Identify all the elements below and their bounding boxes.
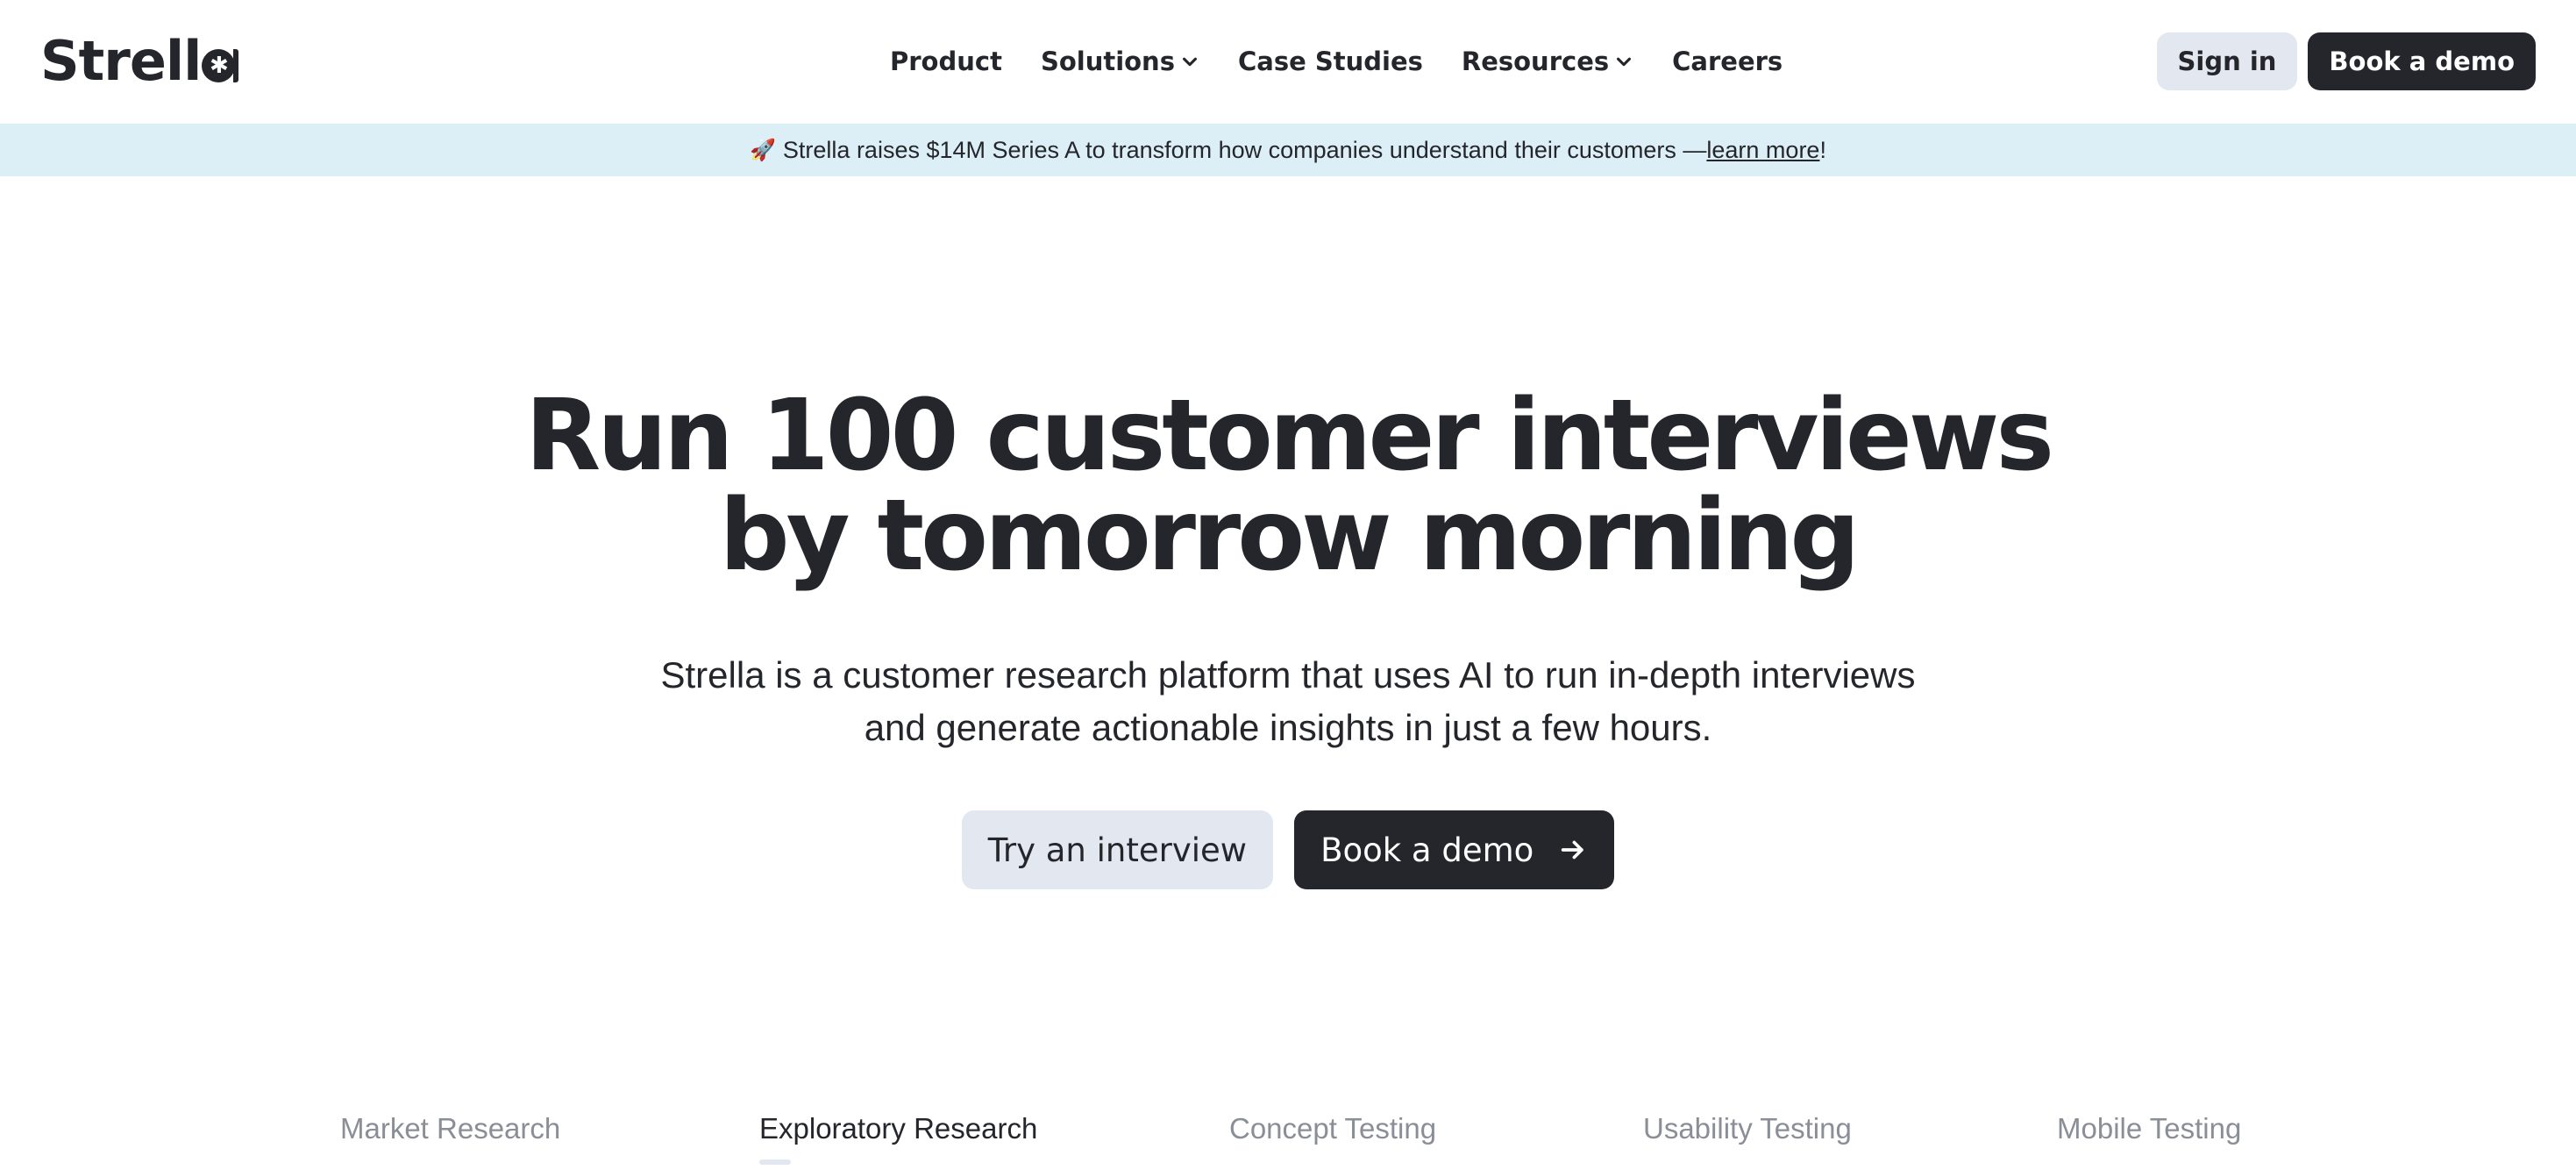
nav-item-label: Resources xyxy=(1461,46,1610,76)
sign-in-button[interactable]: Sign in xyxy=(2156,32,2298,90)
hero-subtitle-line-1: Strella is a customer research platform … xyxy=(660,654,1916,696)
arrow-right-icon xyxy=(1562,840,1584,860)
hero-subtitle: Strella is a customer research platform … xyxy=(0,649,2576,754)
tab-market-research[interactable]: Market Research xyxy=(340,1112,560,1145)
nav-item-label: Solutions xyxy=(1040,46,1175,76)
tab-usability-testing[interactable]: Usability Testing xyxy=(1643,1112,1852,1145)
hero-title-line-2: by tomorrow morning xyxy=(719,479,1860,593)
book-demo-label: Book a demo xyxy=(1320,831,1534,869)
strella-logo[interactable]: Strell ✱ xyxy=(40,29,239,93)
banner-suffix: ! xyxy=(1819,136,1826,163)
try-interview-button[interactable]: Try an interview xyxy=(961,810,1274,889)
nav-actions: Sign in Book a demo xyxy=(2156,32,2536,90)
tab-exploratory-research[interactable]: Exploratory Research xyxy=(759,1112,1037,1145)
logo-text: Strell xyxy=(40,29,202,93)
main-menu: Product Solutions Case Studies Resources… xyxy=(890,0,1783,123)
nav-item-label: Product xyxy=(890,46,1002,76)
announcement-banner: 🚀 Strella raises $14M Series A to transf… xyxy=(0,124,2576,176)
hero-title-line-1: Run 100 customer interviews xyxy=(525,379,2054,493)
nav-item-careers[interactable]: Careers xyxy=(1672,46,1783,76)
top-nav: Strell ✱ Product Solutions Case Studies R… xyxy=(0,0,2576,123)
tab-concept-testing[interactable]: Concept Testing xyxy=(1229,1112,1436,1145)
chevron-down-icon xyxy=(1617,57,1632,67)
rocket-icon: 🚀 xyxy=(750,138,776,162)
active-tab-indicator xyxy=(759,1159,791,1165)
nav-item-label: Case Studies xyxy=(1237,46,1423,76)
tab-mobile-testing[interactable]: Mobile Testing xyxy=(2057,1112,2241,1145)
hero-cta-row: Try an interview Book a demo xyxy=(0,810,2576,889)
page: Strell ✱ Product Solutions Case Studies R… xyxy=(0,0,2576,1170)
hero-subtitle-line-2: and generate actionable insights in just… xyxy=(864,707,1712,748)
hero-title: Run 100 customer interviews by tomorrow … xyxy=(0,386,2576,586)
nav-item-solutions[interactable]: Solutions xyxy=(1041,46,1199,76)
try-interview-label: Try an interview xyxy=(987,831,1248,869)
use-case-tabs: Market Research Exploratory Research Con… xyxy=(0,1112,2576,1170)
chevron-down-icon xyxy=(1182,57,1197,67)
logo-star-icon: ✱ xyxy=(202,49,236,82)
book-demo-nav-button[interactable]: Book a demo xyxy=(2308,32,2536,90)
nav-item-label: Careers xyxy=(1672,46,1783,76)
banner-text: Strella raises $14M Series A to transfor… xyxy=(782,136,1707,163)
book-demo-hero-button[interactable]: Book a demo xyxy=(1294,810,1615,889)
nav-item-resources[interactable]: Resources xyxy=(1462,46,1633,76)
learn-more-link[interactable]: learn more xyxy=(1706,137,1819,164)
logo-tail xyxy=(233,49,239,82)
nav-item-case-studies[interactable]: Case Studies xyxy=(1238,46,1423,76)
nav-item-product[interactable]: Product xyxy=(890,46,1002,76)
